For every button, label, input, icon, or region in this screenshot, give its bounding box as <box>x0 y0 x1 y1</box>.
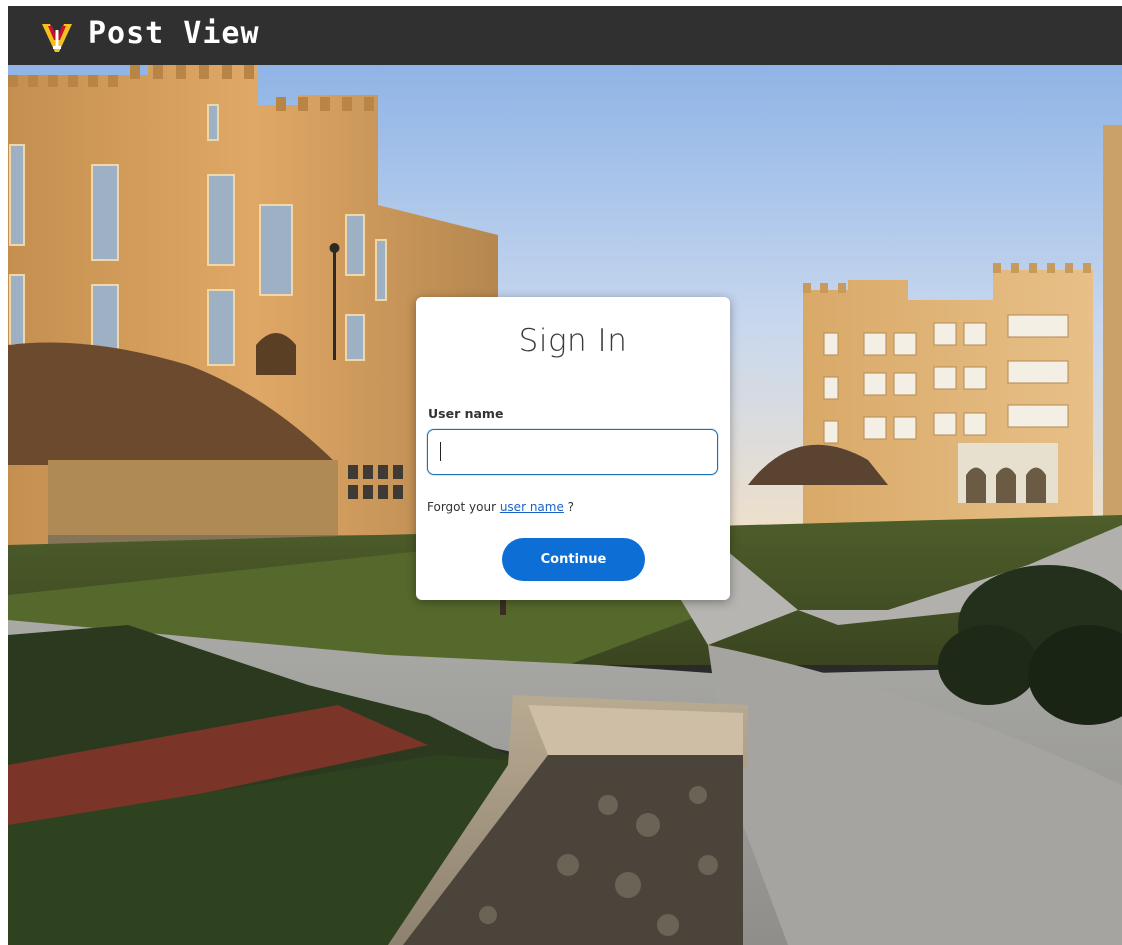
text-caret <box>440 442 441 461</box>
app-title: Post View <box>88 16 260 51</box>
app-frame: Post View Sign In User name Forgot your … <box>8 6 1122 945</box>
username-label: User name <box>428 406 504 421</box>
campus-background-image: Sign In User name Forgot your user name … <box>8 65 1122 945</box>
forgot-username-link[interactable]: user name <box>500 500 564 514</box>
sign-in-title: Sign In <box>518 323 628 359</box>
forgot-username-text: Forgot your user name ? <box>427 500 574 514</box>
sign-in-card: Sign In User name Forgot your user name … <box>416 297 730 600</box>
forgot-suffix: ? <box>563 500 575 514</box>
forgot-prefix: Forgot your <box>427 500 500 514</box>
top-bar: Post View <box>8 6 1122 65</box>
vmi-logo-icon <box>42 24 72 52</box>
continue-button[interactable]: Continue <box>502 538 645 581</box>
username-input[interactable] <box>427 429 718 475</box>
